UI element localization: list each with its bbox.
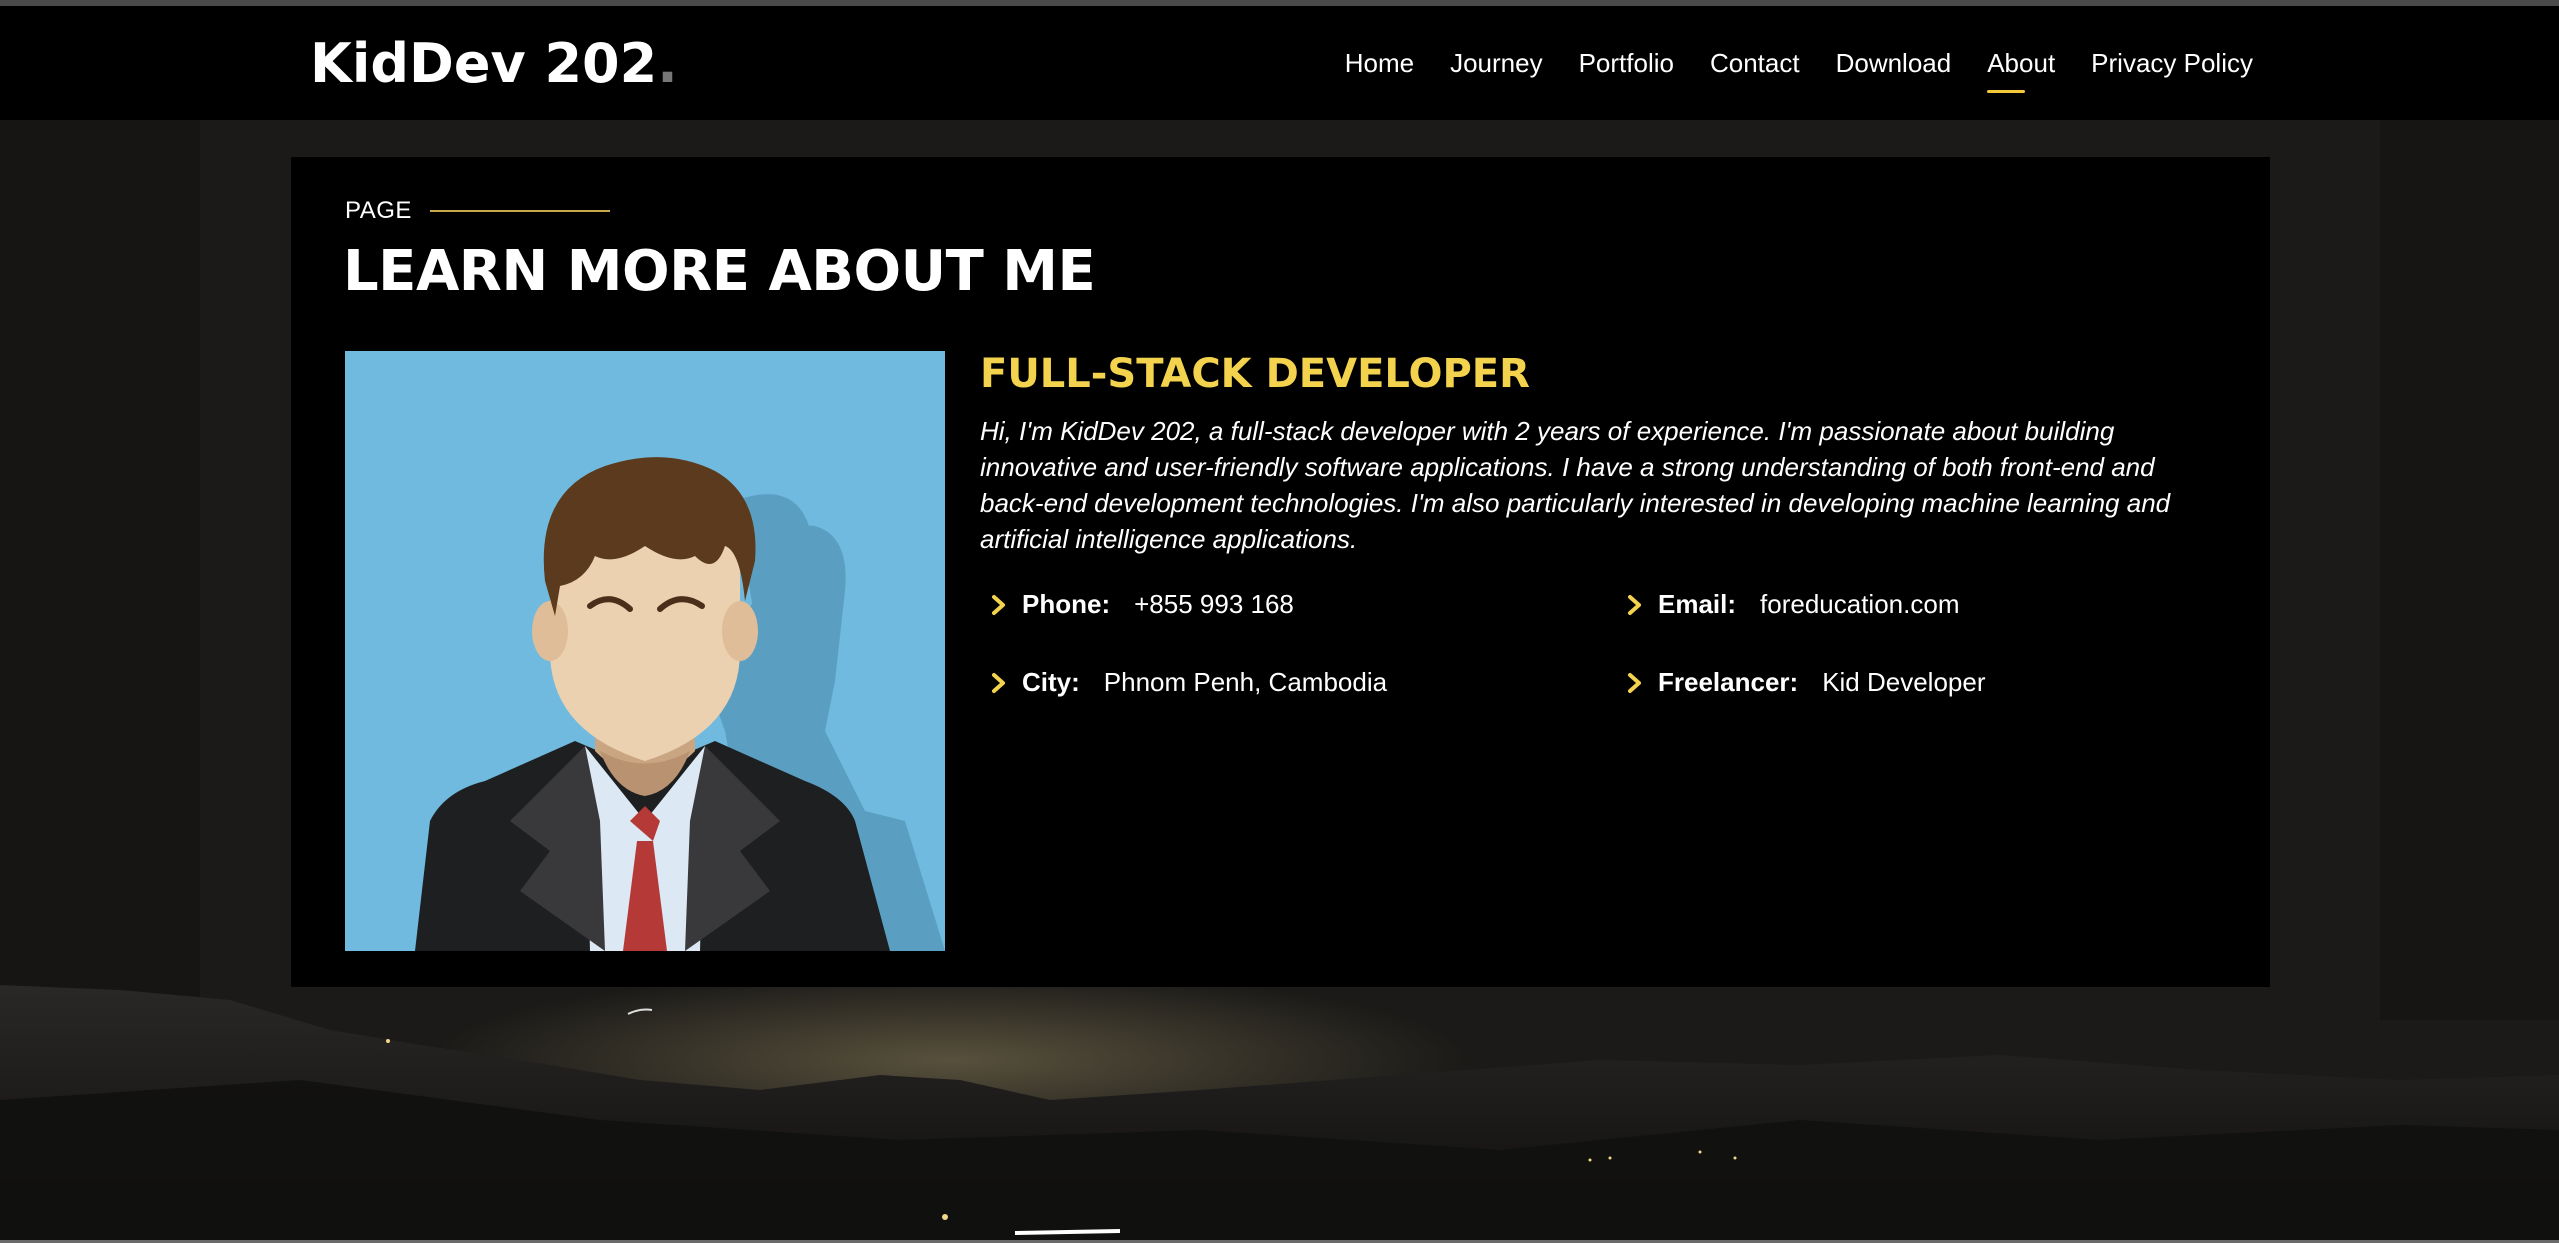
- section-label-divider: [429, 210, 610, 212]
- chevron-right-icon: [1628, 594, 1641, 615]
- nav-contact[interactable]: Contact: [1710, 48, 1800, 79]
- detail-city-value: Phnom Penh, Cambodia: [1103, 667, 1388, 697]
- section-label-text: PAGE: [345, 197, 412, 224]
- detail-phone-label: Phone:: [1022, 589, 1111, 619]
- detail-email-label: Email:: [1658, 589, 1737, 619]
- profile-avatar: [345, 351, 945, 951]
- role-heading: FULL-STACK DEVELOPER: [980, 351, 1530, 397]
- bio-paragraph: Hi, I'm KidDev 202, a full-stack develop…: [980, 416, 2171, 554]
- detail-freelancer: Freelancer: Kid Developer: [1626, 667, 1986, 698]
- chevron-right-icon: [1628, 672, 1641, 693]
- detail-freelancer-label: Freelancer:: [1658, 667, 1799, 697]
- site-logo[interactable]: KidDev 202.: [310, 32, 678, 95]
- main-nav: Home Journey Portfolio Contact Download …: [1345, 48, 2253, 93]
- detail-city-label: City:: [1022, 667, 1080, 697]
- detail-city: City: Phnom Penh, Cambodia: [990, 667, 1387, 698]
- nav-journey[interactable]: Journey: [1450, 48, 1543, 79]
- page-title: LEARN MORE ABOUT ME: [343, 239, 1096, 304]
- chevron-right-icon: [992, 672, 1005, 693]
- nav-home[interactable]: Home: [1345, 48, 1414, 79]
- logo-dot: .: [657, 32, 678, 95]
- nav-portfolio[interactable]: Portfolio: [1579, 48, 1674, 79]
- logo-text: KidDev 202: [310, 32, 658, 95]
- site-header: KidDev 202. Home Journey Portfolio Conta…: [0, 6, 2559, 120]
- businessman-avatar-illustration: [345, 351, 945, 951]
- detail-email: Email: foreducation.com: [1626, 589, 1959, 620]
- detail-freelancer-value: Kid Developer: [1822, 667, 1986, 697]
- detail-phone: Phone: +855 993 168: [990, 589, 1294, 620]
- nav-privacy-policy[interactable]: Privacy Policy: [2091, 48, 2253, 79]
- detail-phone-value: +855 993 168: [1134, 589, 1294, 619]
- nav-download[interactable]: Download: [1836, 48, 1952, 79]
- about-section: PAGE LEARN MORE ABOUT ME FULL-STACK DEVE…: [291, 157, 2270, 987]
- detail-email-value[interactable]: foreducation.com: [1760, 589, 1959, 620]
- nav-about[interactable]: About: [1987, 48, 2055, 93]
- chevron-right-icon: [992, 594, 1005, 615]
- section-label: PAGE: [345, 197, 610, 225]
